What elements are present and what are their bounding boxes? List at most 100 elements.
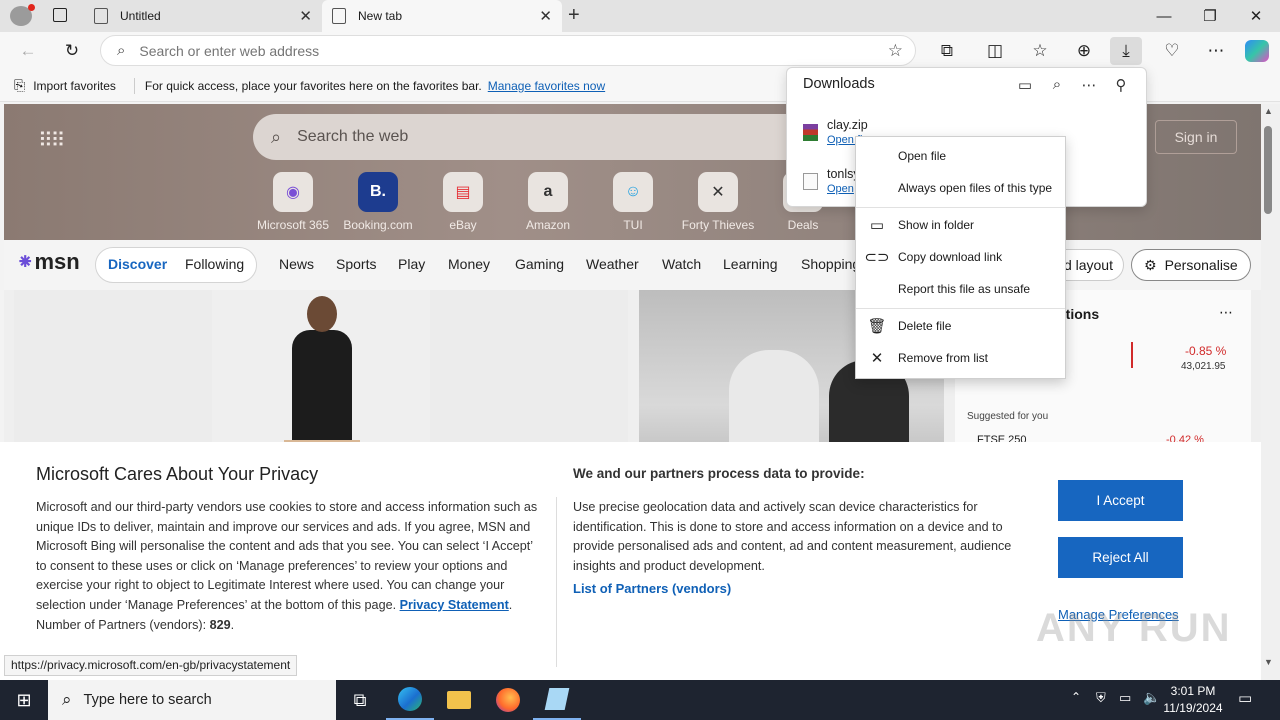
data-body: Use precise geolocation data and activel… (573, 500, 1012, 573)
open-downloads-folder-icon[interactable]: ▭ (1012, 76, 1038, 96)
notifications-icon[interactable]: ▭ (1238, 689, 1252, 707)
address-input[interactable] (139, 42, 840, 59)
minimize-icon[interactable]: — (1141, 0, 1187, 32)
folder-shape (447, 691, 471, 709)
nav-play[interactable]: Play (398, 256, 425, 272)
volume-icon[interactable]: 🔈 (1143, 689, 1160, 706)
favorite-star-icon[interactable]: ☆ (888, 41, 903, 61)
tab-actions-icon[interactable] (53, 8, 67, 22)
network-icon[interactable]: ▭ (1119, 690, 1131, 706)
menu-always-open[interactable]: Always open files of this type (856, 173, 1065, 203)
divider (133, 77, 135, 94)
nav-shopping[interactable]: Shopping (801, 256, 860, 272)
nav-discover[interactable]: Discover (108, 256, 167, 272)
apps-grid-icon[interactable]: ⠿⠿ (38, 128, 65, 153)
reject-all-button[interactable]: Reject All (1058, 537, 1183, 578)
menu-copy-link[interactable]: ⊂⊃ Copy download link (856, 242, 1065, 272)
sign-in-button[interactable]: Sign in (1155, 120, 1237, 154)
partners-list-link[interactable]: List of Partners (vendors) (573, 581, 731, 596)
manage-favorites-link[interactable]: Manage favorites now (488, 79, 605, 93)
browser-essentials-icon[interactable]: ♡ (1156, 37, 1188, 65)
downloads-icon[interactable]: ⤓ (1110, 37, 1142, 65)
quick-link-microsoft365[interactable]: ◉ Microsoft 365 (255, 172, 331, 232)
privacy-body-text: Microsoft and our third-party vendors us… (36, 500, 538, 612)
privacy-body: Microsoft and our third-party vendors us… (36, 498, 541, 635)
copilot-icon[interactable] (1245, 40, 1269, 62)
search-downloads-icon[interactable]: ⌕ (1044, 76, 1070, 96)
menu-open-file[interactable]: Open file (856, 141, 1065, 171)
nav-weather[interactable]: Weather (586, 256, 639, 272)
quick-link-label: eBay (449, 218, 477, 232)
quick-link-amazon[interactable]: a Amazon (510, 172, 586, 232)
nav-money[interactable]: Money (448, 256, 490, 272)
menu-report-unsafe[interactable]: Report this file as unsafe (856, 274, 1065, 304)
split-screen-icon[interactable]: ◫ (979, 37, 1011, 65)
quick-link-ebay[interactable]: ▤ eBay (425, 172, 501, 232)
nav-learning[interactable]: Learning (723, 256, 778, 272)
system-clock[interactable]: 3:01 PM 11/19/2024 (1160, 683, 1226, 717)
tab-untitled[interactable]: Untitled ✕ (84, 0, 322, 32)
security-tray-icon[interactable]: ⛨ (1096, 690, 1106, 706)
search-icon: ⌕ (117, 42, 126, 59)
period: . (508, 597, 513, 612)
scroll-up-icon[interactable]: ▲ (1264, 106, 1273, 116)
archive-file-icon (803, 124, 818, 141)
nav-watch[interactable]: Watch (662, 256, 701, 272)
show-hidden-icons[interactable]: ⌃ (1071, 690, 1081, 704)
back-icon[interactable]: ← (12, 37, 44, 65)
task-view-icon[interactable]: ⧉ (336, 680, 384, 720)
favorites-icon[interactable]: ☆ (1024, 37, 1056, 65)
layout-label: d layout (1063, 257, 1113, 273)
import-label: Import favorites (33, 78, 116, 93)
web-search-box[interactable]: ⌕ Search the web (253, 114, 813, 160)
link-icon: ⊂⊃ (864, 249, 890, 266)
accept-button[interactable]: I Accept (1058, 480, 1183, 521)
notepad-icon[interactable] (533, 680, 581, 720)
tab-new-tab[interactable]: New tab ✕ (322, 0, 562, 32)
nav-gaming[interactable]: Gaming (515, 256, 564, 272)
tab-title: New tab (358, 9, 403, 23)
more-options-icon[interactable]: ⋯ (1076, 76, 1102, 96)
personalise-button[interactable]: ⚙ Personalise (1131, 249, 1251, 281)
extensions-icon[interactable]: ⧉ (931, 37, 963, 65)
open-file-link[interactable]: Open (827, 183, 854, 195)
menu-delete-file[interactable]: 🗑 Delete file (856, 311, 1065, 341)
msn-logo[interactable]: ⁕msn (16, 249, 80, 275)
more-icon[interactable]: ⋯ (1200, 37, 1232, 65)
quick-link-label: Forty Thieves (681, 218, 755, 232)
firefox-icon[interactable] (484, 680, 532, 720)
nav-following[interactable]: Following (185, 256, 244, 272)
nav-sports[interactable]: Sports (336, 256, 376, 272)
page-icon (94, 8, 108, 24)
close-tab-icon[interactable]: ✕ (539, 7, 552, 25)
maximize-icon[interactable]: ❐ (1187, 0, 1233, 32)
booking-icon: B. (358, 172, 398, 212)
new-tab-icon[interactable]: + (568, 4, 580, 27)
menu-show-in-folder[interactable]: ▭ Show in folder (856, 210, 1065, 240)
address-bar[interactable]: ⌕ ☆ (100, 35, 916, 66)
edge-icon[interactable] (386, 680, 434, 720)
nav-news[interactable]: News (279, 256, 314, 272)
stock-value: 43,021.95 (1181, 361, 1226, 372)
taskbar-search-box[interactable]: ⌕ Type here to search (48, 680, 336, 720)
quick-link-label: TUI (623, 218, 643, 232)
close-window-icon[interactable]: ✕ (1233, 0, 1279, 32)
collections-icon[interactable]: ⊕ (1068, 37, 1100, 65)
pin-icon[interactable]: ⚲ (1108, 76, 1134, 96)
quick-link-booking[interactable]: B. Booking.com (340, 172, 416, 232)
windows-start-icon[interactable]: ⊞ (0, 680, 48, 720)
file-explorer-icon[interactable] (435, 680, 483, 720)
ebay-icon: ▤ (443, 172, 483, 212)
privacy-statement-link[interactable]: Privacy Statement (400, 598, 509, 612)
import-favorites-button[interactable]: ⎘ Import favorites (14, 77, 116, 94)
more-options-icon[interactable]: ⋯ (1219, 304, 1233, 321)
notepad-logo (544, 688, 570, 710)
quick-link-tui[interactable]: ☺ TUI (595, 172, 671, 232)
scroll-thumb[interactable] (1264, 126, 1272, 214)
close-tab-icon[interactable]: ✕ (299, 7, 312, 25)
quick-link-forty-thieves[interactable]: ✕ Forty Thieves (680, 172, 756, 232)
menu-remove-from-list[interactable]: ✕ Remove from list (856, 343, 1065, 373)
refresh-icon[interactable]: ↻ (56, 37, 88, 65)
scroll-down-icon[interactable]: ▼ (1264, 657, 1273, 667)
personalise-label: Personalise (1164, 257, 1238, 273)
